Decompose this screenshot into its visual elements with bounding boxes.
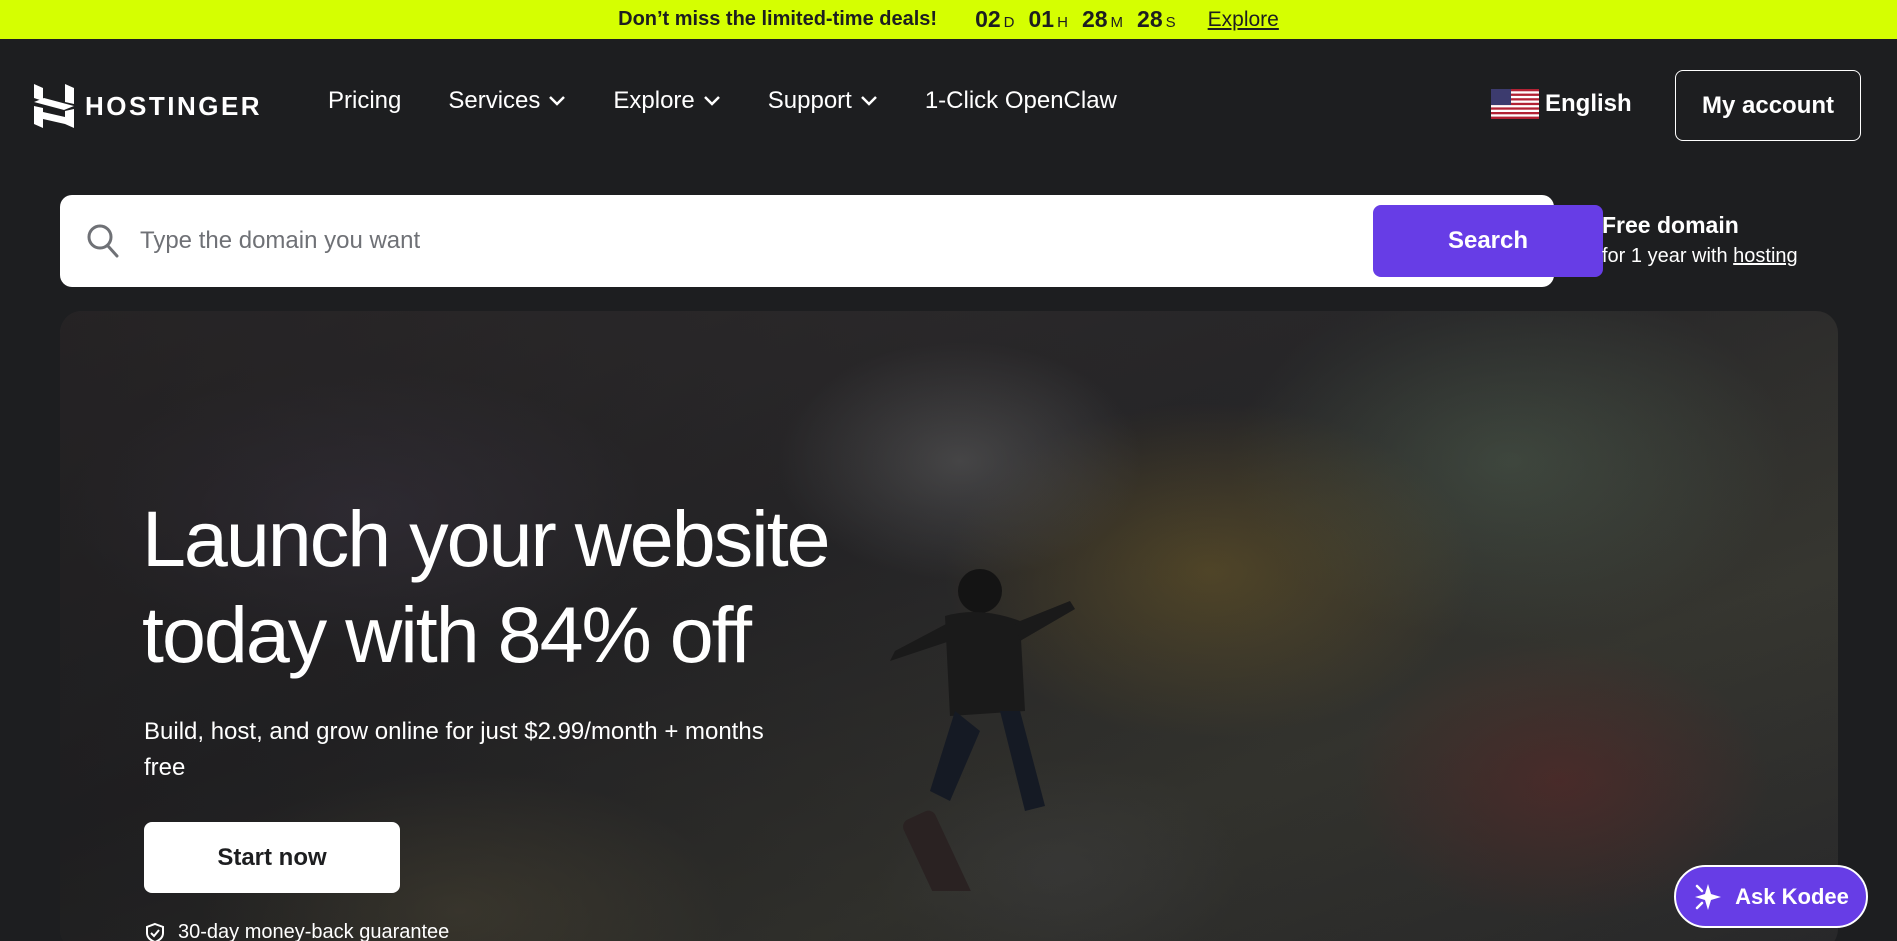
kodee-sparkle-icon bbox=[1695, 883, 1722, 910]
domain-search-input[interactable] bbox=[140, 215, 1350, 267]
my-account-button[interactable]: My account bbox=[1675, 70, 1861, 141]
hosting-link[interactable]: hosting bbox=[1733, 245, 1798, 267]
chevron-down-icon bbox=[860, 96, 877, 106]
nav-item-openclaw[interactable]: 1-Click OpenClaw bbox=[925, 87, 1117, 115]
brand-name: HOSTINGER bbox=[85, 90, 263, 121]
promo-message: Don’t miss the limited-time deals! bbox=[618, 8, 938, 30]
shield-check-icon bbox=[146, 922, 164, 941]
chevron-down-icon bbox=[703, 96, 720, 106]
free-domain-title: Free domain bbox=[1602, 212, 1739, 238]
promo-bar: Don’t miss the limited-time deals! 02 D 0… bbox=[0, 0, 1897, 39]
hero-title: Launch your website today with 84% off bbox=[142, 494, 831, 679]
language-label: English bbox=[1545, 90, 1632, 117]
free-domain-promo: Free domain for 1 year with hosting bbox=[1602, 212, 1798, 268]
nav-item-explore[interactable]: Explore bbox=[613, 87, 720, 115]
ask-kodee-button[interactable]: Ask Kodee bbox=[1674, 865, 1868, 928]
nav-item-pricing[interactable]: Pricing bbox=[328, 87, 401, 115]
nav-item-services[interactable]: Services bbox=[448, 87, 566, 115]
hostinger-logo[interactable]: HOSTINGER bbox=[34, 84, 262, 128]
search-button[interactable]: Search bbox=[1373, 205, 1603, 277]
money-back-guarantee: 30-day money-back guarantee bbox=[144, 921, 449, 941]
countdown-minutes: 28 M bbox=[1081, 6, 1124, 32]
countdown-seconds: 28 S bbox=[1137, 6, 1176, 32]
countdown-hours: 01 H bbox=[1028, 6, 1068, 32]
main-nav: Pricing Services Explore Support 1-Click… bbox=[328, 87, 1164, 115]
free-domain-text: for 1 year with hosting bbox=[1602, 245, 1798, 267]
hero-banner: Launch your website today with 84% off Bu… bbox=[60, 311, 1838, 941]
us-flag-icon bbox=[1491, 89, 1539, 119]
nav-item-support[interactable]: Support bbox=[768, 87, 878, 115]
site-header: HOSTINGER Pricing Services Explore Suppo… bbox=[0, 39, 1897, 171]
language-selector[interactable]: English bbox=[1491, 89, 1632, 119]
promo-explore-link[interactable]: Explore bbox=[1208, 8, 1279, 32]
hostinger-h-icon bbox=[34, 84, 74, 128]
search-icon bbox=[87, 224, 119, 258]
chevron-down-icon bbox=[549, 96, 566, 106]
countdown-days: 02 D bbox=[975, 6, 1015, 32]
domain-search-box: Search bbox=[60, 195, 1603, 287]
start-now-button[interactable]: Start now bbox=[144, 822, 400, 893]
hero-subtitle: Build, host, and grow online for just $2… bbox=[144, 718, 764, 781]
